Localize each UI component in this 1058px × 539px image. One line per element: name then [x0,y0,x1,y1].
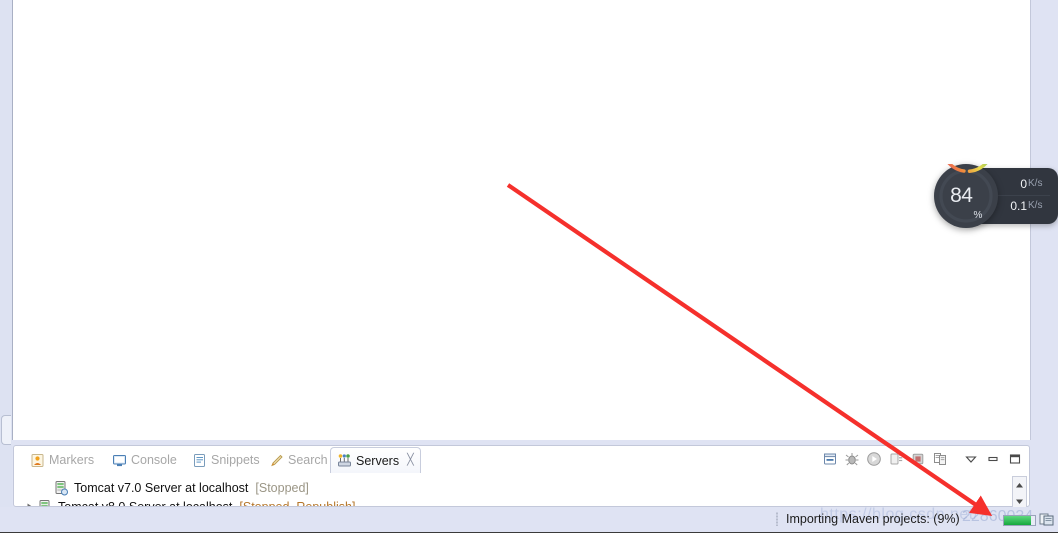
cpu-usage-dial[interactable]: 84% [934,164,998,228]
stop-icon[interactable] [908,449,928,469]
cpu-percent-number: 84 [950,184,973,207]
editor-area[interactable] [13,0,1030,440]
tab-markers-label: Markers [49,453,95,467]
server-name: Tomcat v8.0 Server at localhost [58,500,232,507]
minimize-icon[interactable] [983,449,1003,469]
close-icon[interactable]: ╳ [407,455,414,466]
tab-snippets-label: Snippets [211,453,260,467]
server-icon [37,499,53,506]
status-bar-grip [776,512,778,526]
progress-bar-fill [1004,516,1032,525]
table-row[interactable]: Tomcat v8.0 Server at localhost [Stopped… [15,497,1028,506]
servers-icon [337,453,352,468]
maximize-icon[interactable] [1005,449,1025,469]
below-status-strip [0,533,1058,539]
progress-status-label: Importing Maven projects: (9%) [786,512,960,526]
new-server-icon[interactable] [820,449,840,469]
left-perspective-rail [0,0,12,539]
debug-icon[interactable] [842,449,862,469]
system-monitor-widget[interactable]: ↑ 0 K/s ↓ 0.1 K/s [934,164,1058,228]
tab-search-label: Search [288,453,328,467]
view-tab-bar: Markers Console Snippets Search Servers … [14,446,1029,473]
view-menu-icon[interactable] [961,449,981,469]
profile-icon[interactable] [886,449,906,469]
scrollbar[interactable] [1012,476,1027,511]
download-speed-unit: K/s [1028,200,1043,211]
chevron-right-icon[interactable] [21,502,37,506]
tab-markers[interactable]: Markers [24,448,100,472]
tab-console[interactable]: Console [106,448,183,472]
copy-icon[interactable] [1039,512,1055,527]
upload-speed-unit: K/s [1028,178,1043,189]
server-icon [53,480,69,496]
tab-servers-label: Servers [356,453,400,468]
console-icon [112,453,127,468]
publish-icon[interactable] [930,449,950,469]
servers-tree[interactable]: Tomcat v7.0 Server at localhost [Stopped… [15,473,1028,506]
view-toolbar [820,448,1025,470]
snippets-icon [192,453,207,468]
status-badge: [Stopped] [255,480,309,495]
table-row[interactable]: Tomcat v7.0 Server at localhost [Stopped… [15,478,1028,497]
markers-icon [30,453,45,468]
toolbar-separator [952,449,959,469]
tab-snippets[interactable]: Snippets [186,448,266,472]
server-name: Tomcat v7.0 Server at localhost [74,480,249,495]
progress-bar[interactable] [1003,515,1036,526]
start-icon[interactable] [864,449,884,469]
tab-console-label: Console [131,453,177,467]
search-icon [269,453,284,468]
scroll-up-button[interactable] [1013,477,1026,493]
tab-search[interactable]: Search [263,448,334,472]
app-window: ↑ 0 K/s ↓ 0.1 K/s [0,0,1058,539]
cpu-usage-readout: 84% [934,164,998,228]
status-badge: [Stopped, Republish] [239,500,355,507]
cpu-percent-symbol: % [973,210,982,221]
collapsed-view-tab[interactable] [1,415,11,445]
servers-view-panel: Markers Console Snippets Search Servers … [13,445,1030,511]
tab-servers[interactable]: Servers ╳ [330,447,421,473]
